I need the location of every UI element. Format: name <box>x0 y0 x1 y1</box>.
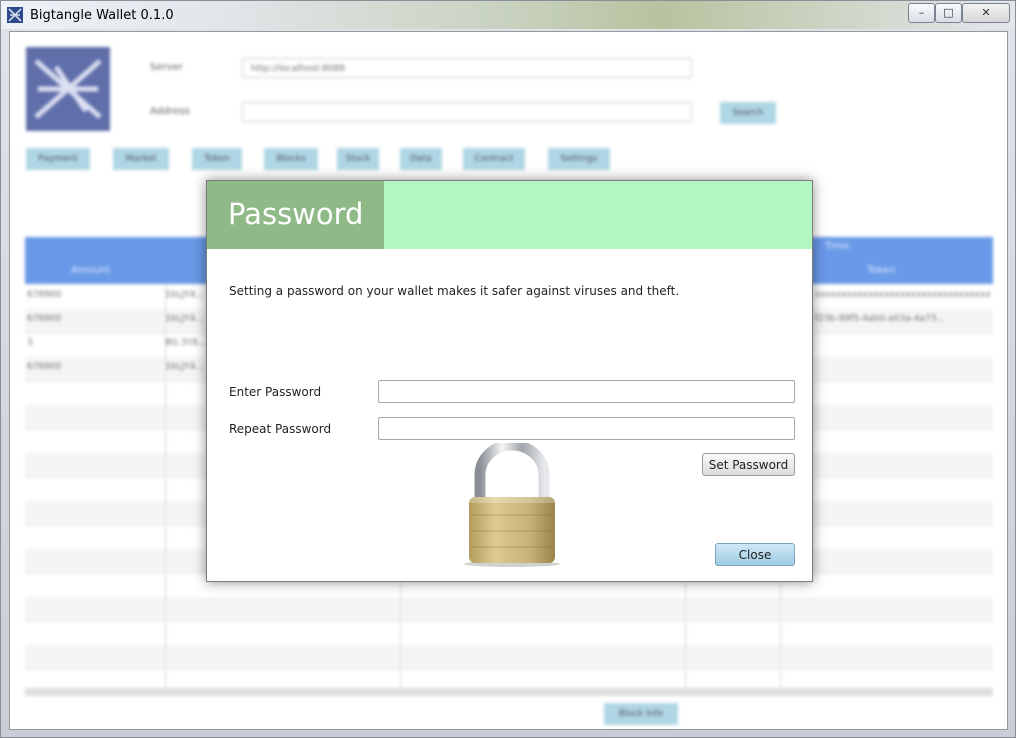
app-window: Bigtangle Wallet 0.1.0 – □ ✕ Server http… <box>0 0 1016 738</box>
app-logo-icon <box>7 7 23 23</box>
maximize-button[interactable]: □ <box>935 3 962 23</box>
set-password-button[interactable]: Set Password <box>702 453 795 476</box>
enter-password-label: Enter Password <box>229 385 322 399</box>
title-bar[interactable]: Bigtangle Wallet 0.1.0 – □ ✕ <box>1 1 1015 29</box>
dialog-title-box: Password <box>207 181 384 249</box>
enter-password-field[interactable] <box>378 380 795 403</box>
dialog-description: Setting a password on your wallet makes … <box>229 284 680 298</box>
dialog-header: Password <box>207 181 812 249</box>
repeat-password-field[interactable] <box>378 417 795 440</box>
repeat-password-label: Repeat Password <box>229 422 332 436</box>
password-dialog: Password Setting a password on your wall… <box>206 180 813 582</box>
window-title: Bigtangle Wallet 0.1.0 <box>30 8 174 23</box>
close-button[interactable]: Close <box>715 543 795 566</box>
close-window-button[interactable]: ✕ <box>962 3 1010 23</box>
minimize-button[interactable]: – <box>908 3 935 23</box>
dialog-title: Password <box>228 197 364 231</box>
padlock-icon <box>457 439 567 569</box>
